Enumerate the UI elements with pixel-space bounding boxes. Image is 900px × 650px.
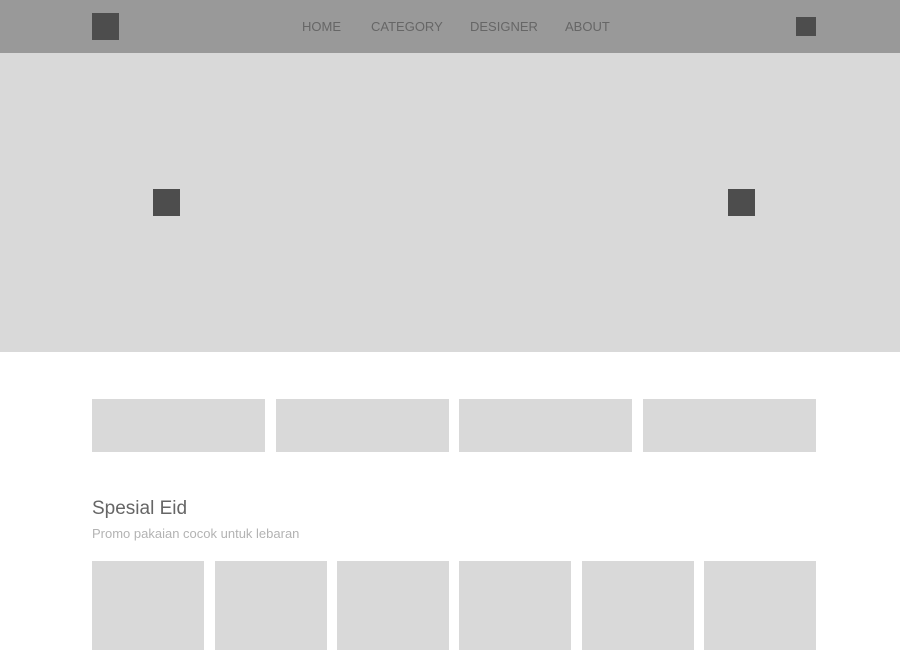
category-tile[interactable] [276,399,449,452]
nav-link-category[interactable]: CATEGORY [371,19,443,34]
nav-link-home[interactable]: HOME [302,19,341,34]
category-tile[interactable] [643,399,816,452]
section-title: Spesial Eid [92,498,188,519]
product-card[interactable] [459,561,571,650]
category-tile[interactable] [459,399,632,452]
section-subtitle: Promo pakaian cocok untuk lebaran [92,526,300,541]
navbar: HOME CATEGORY DESIGNER ABOUT [0,0,900,53]
carousel-prev-icon[interactable] [153,189,180,216]
nav-link-about[interactable]: ABOUT [565,19,610,34]
product-card[interactable] [704,561,816,650]
product-card[interactable] [337,561,449,650]
hero-banner [0,53,900,352]
category-tile[interactable] [92,399,265,452]
cart-icon[interactable] [796,17,816,36]
product-card[interactable] [215,561,327,650]
carousel-next-icon[interactable] [728,189,755,216]
nav-link-designer[interactable]: DESIGNER [470,19,538,34]
product-card[interactable] [92,561,204,650]
product-card[interactable] [582,561,694,650]
logo-icon[interactable] [92,13,119,40]
